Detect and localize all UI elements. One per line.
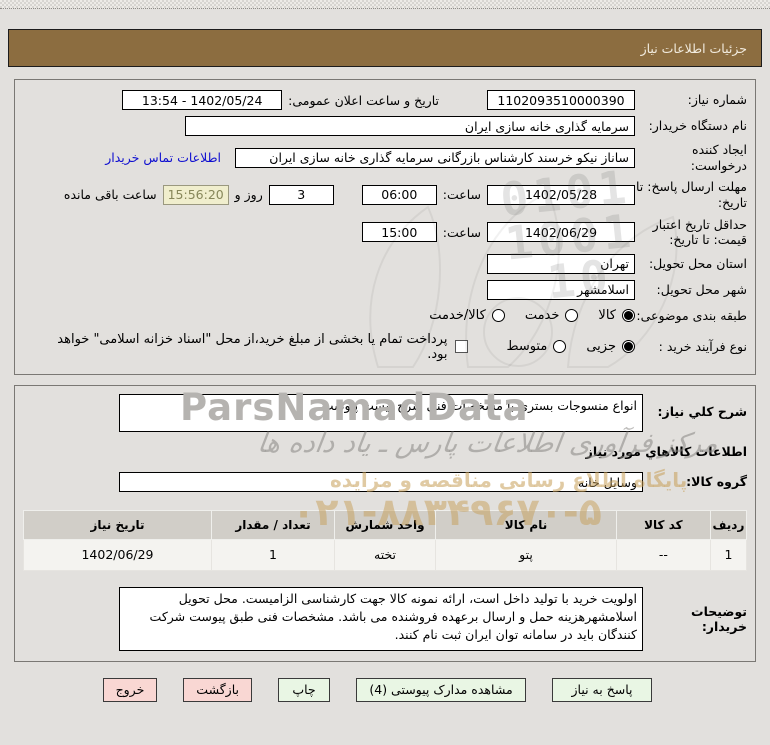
need-number-row: شماره نیاز: 1102093510000390 تاریخ و ساع… (23, 90, 747, 110)
delivery-city-row: شهر محل تحویل: اسلامشهر (23, 279, 747, 300)
process-option-minor[interactable]: جزیی (586, 339, 635, 354)
col-need-date: تاریخ نیاز (23, 509, 212, 540)
buyer-org-row: نام دستگاه خریدار: سرمایه گذاری خانه ساز… (23, 116, 747, 136)
cell-row-number: 1 (709, 538, 748, 571)
countdown-timer: 15:56:20 (162, 184, 229, 205)
goods-info-header: اطلاعات کالاهاي مورد نیاز (585, 444, 747, 460)
goods-table-header-row: ردیف کد کالا نام کالا واحد شمارش تعداد /… (23, 509, 748, 540)
category-option-service-label: خدمت (524, 308, 560, 324)
validity-date-field[interactable]: 1402/06/29 (487, 222, 635, 243)
need-number-field[interactable]: 1102093510000390 (487, 90, 635, 110)
col-item-name: نام کالا (435, 509, 617, 540)
treasury-payment-label: پرداخت تمام یا بخشی از مبلغ خرید،از محل … (57, 331, 448, 362)
back-button[interactable]: بازگشت (183, 677, 252, 702)
buyer-notes-row: توضیحات خریدار: اولویت خرید با تولید داخ… (23, 586, 747, 651)
radio-medium-icon[interactable] (553, 340, 567, 354)
goods-group-label: گروه کالا: (686, 474, 747, 490)
subject-category-label: طبقه بندی موضوعی: (636, 307, 747, 323)
radio-goods-icon[interactable] (622, 309, 635, 323)
table-row: 1 -- پتو تخته 1 1402/06/29 (23, 538, 748, 571)
treasury-payment-option[interactable]: پرداخت تمام یا بخشی از مبلغ خرید،از محل … (43, 331, 469, 362)
radio-service-icon[interactable] (565, 309, 579, 323)
radio-minor-icon[interactable] (622, 340, 635, 354)
col-quantity: تعداد / مقدار (211, 509, 335, 540)
goods-table: ردیف کد کالا نام کالا واحد شمارش تعداد /… (23, 509, 748, 571)
need-description-field[interactable]: انواع منسوجات بستری با مشخصات فنی شرح لی… (119, 393, 643, 432)
buyer-org-field[interactable]: سرمایه گذاری خانه سازی ایران (185, 116, 635, 136)
delivery-province-field[interactable]: تهران (487, 253, 635, 274)
purchase-process-row: نوع فرآیند خرید : جزیی متوسط پرداخت تمام… (23, 332, 747, 362)
print-button[interactable]: چاپ (278, 677, 330, 702)
announce-datetime-label: تاریخ و ساعت اعلان عمومی: (288, 92, 439, 108)
view-attachments-button[interactable]: مشاهده مدارک پیوستی (4) (356, 677, 526, 702)
requester-field[interactable]: ساناز نیکو خرسند کارشناس بازرگانی سرمایه… (235, 147, 635, 168)
col-unit: واحد شمارش (333, 509, 437, 540)
page-title-bar: جزئیات اطلاعات نیاز (8, 29, 762, 67)
category-option-goods-service-label: کالا/خدمت (429, 308, 486, 324)
goods-info-header-row: اطلاعات کالاهاي مورد نیاز (23, 442, 747, 462)
buyer-contact-link[interactable]: اطلاعات تماس خریدار (105, 150, 221, 165)
deadline-time-field[interactable]: 06:00 (361, 184, 437, 205)
requester-row: ایجاد کننده درخواست: ساناز نیکو خرسند کا… (23, 142, 747, 173)
cell-unit: تخته (333, 538, 437, 571)
category-option-service[interactable]: خدمت (525, 308, 579, 323)
need-details-section: شرح کلي نیاز: انواع منسوجات بستری با مشخ… (14, 384, 756, 662)
process-option-medium[interactable]: متوسط (506, 339, 567, 355)
buyer-notes-field[interactable]: اولویت خرید با تولید داخل است، ارائه نمو… (119, 586, 643, 651)
treasury-payment-checkbox[interactable] (455, 340, 469, 354)
delivery-province-row: استان محل تحویل: تهران (23, 253, 747, 274)
price-validity-row: حداقل تاریخ اعتبار قیمت: تا تاریخ: 1402/… (23, 217, 747, 248)
col-item-code: کد کالا (615, 509, 711, 540)
purchase-process-label: نوع فرآیند خرید : (658, 338, 747, 354)
page-top-texture (0, 0, 770, 9)
delivery-city-label: شهر محل تحویل: (656, 281, 747, 297)
goods-group-field[interactable]: وسایل خانه (119, 471, 643, 492)
category-option-goods[interactable]: کالا (598, 308, 635, 323)
page-title: جزئیات اطلاعات نیاز (640, 40, 747, 56)
need-description-label: شرح کلي نیاز: (657, 403, 747, 419)
delivery-province-label: استان محل تحویل: (648, 255, 747, 271)
respond-to-need-button[interactable]: پاسخ به نیاز (552, 677, 652, 702)
general-info-section: شماره نیاز: 1102093510000390 تاریخ و ساع… (14, 79, 756, 375)
action-buttons-row: پاسخ به نیاز مشاهده مدارک پیوستی (4) چاپ… (0, 677, 652, 702)
process-option-medium-label: متوسط (506, 339, 548, 355)
response-deadline-label: مهلت ارسال پاسخ: تا تاریخ: (636, 179, 747, 210)
cell-item-name: پتو (435, 538, 617, 571)
delivery-city-field[interactable]: اسلامشهر (487, 279, 635, 300)
buyer-notes-label: توضیحات خریدار: (691, 603, 747, 634)
countdown-label: ساعت باقی مانده (63, 187, 157, 203)
category-option-goods-label: کالا (598, 308, 616, 324)
days-remaining-label: روز و (234, 187, 263, 203)
requester-label: ایجاد کننده درخواست: (690, 142, 747, 173)
exit-button[interactable]: خروج (102, 677, 158, 702)
cell-quantity: 1 (211, 538, 335, 571)
deadline-hour-label: ساعت: (442, 187, 481, 203)
category-option-goods-service[interactable]: کالا/خدمت (429, 308, 505, 323)
response-deadline-row: مهلت ارسال پاسخ: تا تاریخ: 1402/05/28 سا… (23, 179, 747, 210)
goods-group-row: گروه کالا: وسایل خانه (23, 471, 747, 492)
process-option-minor-label: جزیی (586, 339, 616, 355)
price-validity-label: حداقل تاریخ اعتبار قیمت: تا تاریخ: (652, 216, 747, 248)
days-remaining-field: 3 (268, 184, 334, 205)
buyer-org-label: نام دستگاه خریدار: (648, 118, 747, 134)
need-description-row: شرح کلي نیاز: انواع منسوجات بستری با مشخ… (23, 393, 747, 432)
announce-datetime-field[interactable]: 1402/05/24 - 13:54 (122, 90, 283, 110)
validity-hour-label: ساعت: (442, 224, 481, 240)
cell-item-code: -- (615, 538, 711, 571)
tender-detail-page: جزئیات اطلاعات نیاز شماره نیاز: 11020935… (0, 0, 770, 745)
validity-time-field[interactable]: 15:00 (361, 222, 437, 243)
subject-category-row: طبقه بندی موضوعی: کالا خدمت کالا/خدمت (23, 306, 747, 326)
col-row-number: ردیف (709, 509, 748, 540)
need-number-label: شماره نیاز: (687, 92, 747, 108)
deadline-date-field[interactable]: 1402/05/28 (487, 184, 635, 205)
radio-goods-service-icon[interactable] (491, 309, 505, 323)
goods-table-wrap: ردیف کد کالا نام کالا واحد شمارش تعداد /… (23, 509, 748, 571)
cell-need-date: 1402/06/29 (23, 538, 212, 571)
